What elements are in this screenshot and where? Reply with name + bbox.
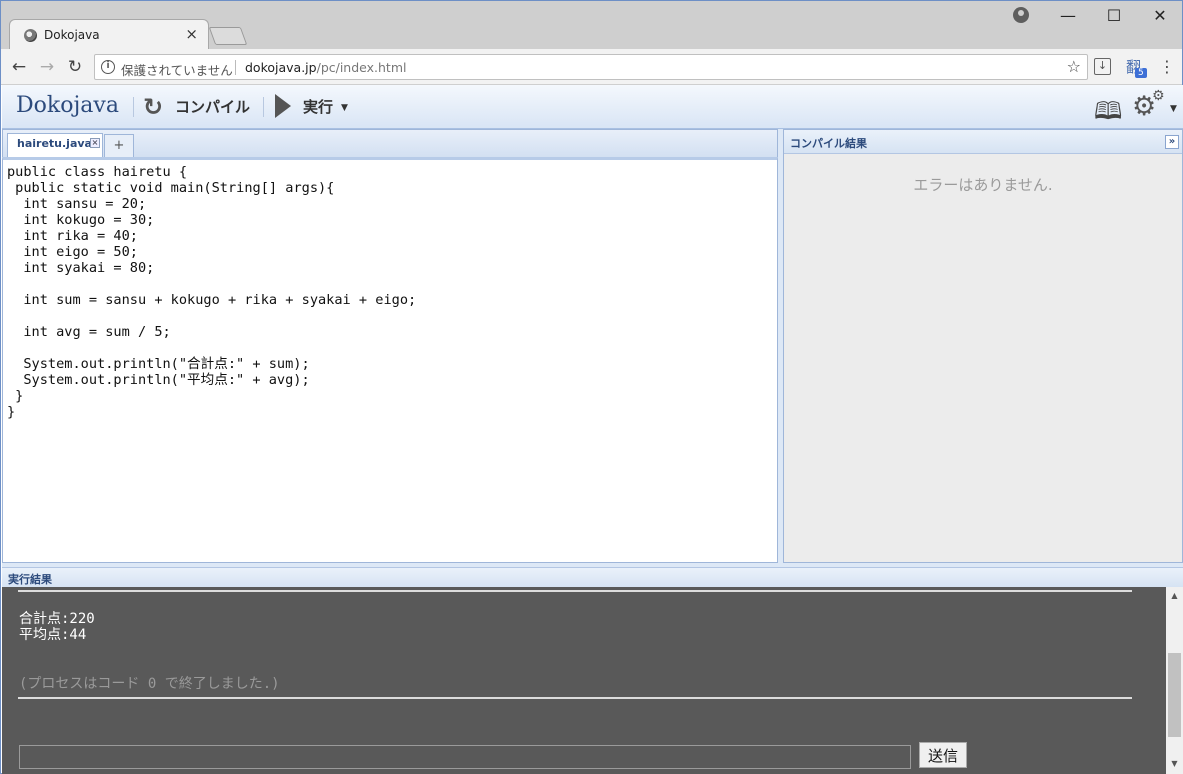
compile-message: エラーはありません. [913, 176, 1053, 194]
compile-result-title: コンパイル結果 [790, 137, 867, 150]
minimize-button[interactable]: — [1045, 5, 1091, 29]
code-text[interactable]: public class hairetu { public static voi… [7, 164, 416, 420]
compile-icon[interactable]: ↻ [143, 93, 163, 121]
info-icon[interactable]: i [101, 60, 115, 74]
maximize-button[interactable]: ☐ [1091, 5, 1137, 29]
app-toolbar: Dokojava ↻ コンパイル 実行 ▼ 🕮 ⚙ ⚙ ▼ [2, 85, 1183, 129]
tab-close-icon[interactable]: × [185, 25, 198, 43]
console-scrollbar[interactable]: ▲ ▼ [1166, 587, 1183, 774]
favicon-icon [24, 29, 37, 42]
run-icon[interactable] [275, 94, 291, 118]
toolbar-divider [133, 97, 134, 117]
forward-button[interactable]: → [36, 56, 58, 78]
browser-window: Dokojava × — ☐ ✕ ← → ↻ i 保護されていません dokoj… [0, 0, 1183, 774]
process-status: (プロセスはコード 0 で終了しました.) [19, 676, 280, 692]
run-button[interactable]: 実行 [303, 96, 333, 117]
title-bar: Dokojava × — ☐ ✕ [1, 1, 1183, 50]
omnibox-divider [235, 60, 236, 75]
editor-tab-bar: hairetu.java × + [2, 129, 778, 158]
profile-icon[interactable] [1013, 7, 1029, 23]
send-button[interactable]: 送信 [919, 742, 967, 768]
reload-button[interactable]: ↻ [64, 56, 86, 78]
close-window-button[interactable]: ✕ [1137, 5, 1183, 29]
file-tab[interactable]: hairetu.java × [7, 133, 103, 157]
run-result-title: 実行結果 [8, 573, 52, 586]
console-output: 合計点:220 平均点:44 [19, 611, 95, 643]
add-file-tab-button[interactable]: + [104, 134, 134, 158]
stdin-input[interactable] [19, 745, 911, 769]
settings-dropdown-icon[interactable]: ▼ [1170, 104, 1177, 114]
browser-menu-icon[interactable]: ⋮ [1159, 57, 1175, 76]
scroll-thumb[interactable] [1168, 653, 1181, 737]
bookmark-star-icon[interactable]: ☆ [1067, 57, 1081, 76]
file-tab-close-icon[interactable]: × [90, 138, 100, 148]
browser-toolbar: ← → ↻ i 保護されていません dokojava.jp/pc/index.h… [1, 49, 1182, 85]
url-text[interactable]: dokojava.jp/pc/index.html [245, 60, 406, 75]
run-dropdown-icon[interactable]: ▼ [341, 103, 348, 113]
back-button[interactable]: ← [8, 56, 30, 78]
collapse-panel-icon[interactable]: » [1165, 135, 1179, 149]
file-tab-label: hairetu.java [17, 137, 92, 150]
scroll-down-icon[interactable]: ▼ [1166, 759, 1183, 768]
compile-button[interactable]: コンパイル [175, 96, 250, 117]
console-divider [18, 697, 1132, 699]
new-tab-button[interactable] [208, 27, 248, 45]
console-divider [18, 590, 1132, 592]
compile-result-header: コンパイル結果 » [784, 130, 1182, 154]
gear-small-icon: ⚙ [1152, 88, 1165, 104]
run-result-header: 実行結果 [2, 567, 1183, 587]
dokojava-app: Dokojava ↻ コンパイル 実行 ▼ 🕮 ⚙ ⚙ ▼ hairetu.ja… [2, 85, 1183, 774]
extension-badge: 5 [1135, 68, 1147, 78]
browser-tab[interactable]: Dokojava × [9, 19, 209, 50]
download-extension-icon[interactable]: ↓ [1094, 58, 1111, 75]
toolbar-divider [263, 97, 264, 117]
scroll-up-icon[interactable]: ▲ [1166, 591, 1183, 600]
code-editor[interactable]: public class hairetu { public static voi… [2, 157, 778, 563]
security-label: 保護されていません [121, 63, 233, 78]
address-bar[interactable]: i 保護されていません dokojava.jp/pc/index.html ☆ [94, 54, 1088, 80]
run-console: 合計点:220 平均点:44 (プロセスはコード 0 で終了しました.) 送信 [2, 587, 1166, 774]
compile-result-panel: コンパイル結果 » エラーはありません. [783, 129, 1183, 563]
app-logo: Dokojava [16, 93, 119, 118]
tab-title: Dokojava [44, 28, 100, 42]
